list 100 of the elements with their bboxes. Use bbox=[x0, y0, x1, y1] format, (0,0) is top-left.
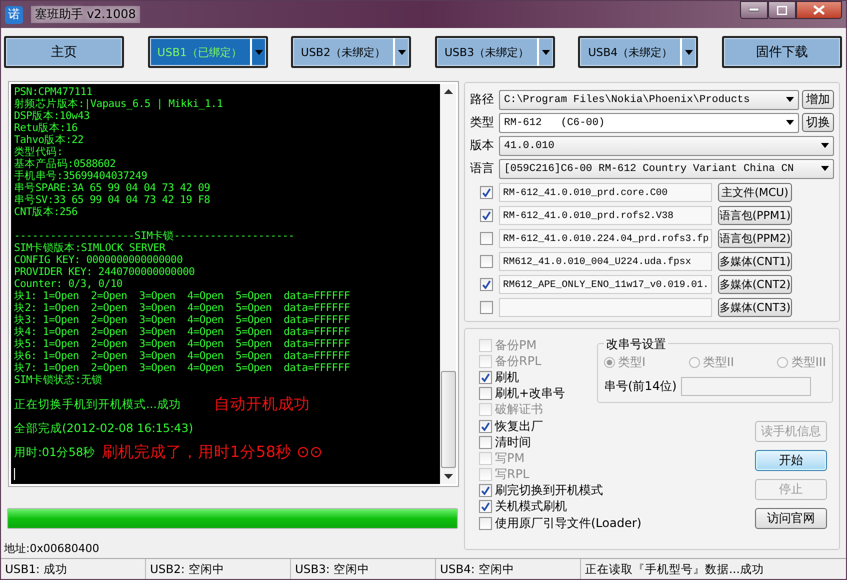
file-field[interactable]: RM-612_41.0.010.224.04_prd.rofs3.fp: bbox=[499, 229, 712, 248]
window-title: 塞班助手 v2.1008 bbox=[31, 6, 140, 23]
nav-tab[interactable]: 固件下载 bbox=[722, 36, 842, 68]
checkbox[interactable] bbox=[479, 500, 492, 514]
file-button[interactable]: 多媒体(CNT2) bbox=[718, 275, 792, 294]
checkbox-label: 刷完切换到开机模式 bbox=[495, 482, 603, 500]
status-text: USB3: 空闲中 bbox=[291, 559, 436, 579]
dropdown-field[interactable]: [059C216]C6-00 RM-612 Country Variant China CN bbox=[499, 158, 834, 178]
log-line: 块1: 1=Open 2=Open 3=Open 4=Open 5=Open data=FFFFFF bbox=[14, 290, 351, 302]
address-text: 地址:0x00680400 bbox=[4, 541, 100, 556]
checkbox-label: 恢复出厂 bbox=[495, 418, 543, 435]
log-line: CNT版本:256 bbox=[14, 206, 79, 218]
file-field[interactable] bbox=[499, 298, 712, 317]
checkbox-label: 备份RPL bbox=[495, 352, 542, 370]
log-line: Tahvo版本:22 bbox=[14, 134, 85, 146]
checkbox-label: 关机模式刷机 bbox=[495, 498, 567, 516]
checkbox[interactable] bbox=[480, 278, 493, 291]
field-label: 版本 bbox=[470, 137, 495, 154]
checkbox-label: 写PM bbox=[495, 450, 525, 467]
dropdown-icon bbox=[786, 120, 794, 125]
minimize-button[interactable] bbox=[740, 1, 768, 19]
log-line: 基本产品码:0588602 bbox=[14, 158, 117, 170]
scroll-up-icon bbox=[444, 89, 452, 94]
scroll-down-icon bbox=[444, 474, 452, 479]
log-line: 块7: 1=Open 2=Open 3=Open 4=Open 5=Open data=FFFFFF bbox=[14, 362, 351, 374]
field-label: 串号(前14位) bbox=[604, 378, 677, 395]
log-line: SIM卡锁状态:无锁 bbox=[14, 374, 104, 386]
checkbox[interactable] bbox=[479, 370, 492, 384]
annotation-text: 刷机完成了，用时1分58秒 ⊙⊙ bbox=[102, 446, 322, 458]
log-line: SIM卡锁版本:SIMLOCK SERVER bbox=[14, 242, 166, 254]
log-line: 手机串号:35699404037249 bbox=[14, 170, 148, 182]
file-field[interactable]: RM-612_41.0.010_prd.rofs2.V38 bbox=[499, 206, 712, 225]
file-button[interactable]: 语言包(PPM2) bbox=[718, 229, 792, 248]
action-button[interactable]: 开始 bbox=[755, 450, 827, 471]
usb-tab[interactable]: USB4（未绑定） bbox=[578, 36, 698, 68]
checkbox-label: 刷机+改串号 bbox=[495, 385, 566, 402]
file-field[interactable]: RM612_41.0.010_004_U224.uda.fpsx bbox=[499, 252, 712, 271]
side-button[interactable]: 增加 bbox=[802, 90, 834, 109]
group-title: 改串号设置 bbox=[604, 336, 668, 353]
checkbox-label: 写RPL bbox=[495, 466, 530, 484]
checkbox[interactable] bbox=[480, 255, 493, 268]
nav-tab[interactable]: 主页 bbox=[4, 36, 124, 68]
log-line: 块5: 1=Open 2=Open 3=Open 4=Open 5=Open data=FFFFFF bbox=[14, 338, 351, 350]
dropdown-field[interactable]: RM-612 (C6-00) bbox=[499, 112, 799, 132]
checkbox[interactable] bbox=[479, 484, 492, 498]
radio-label: 类型III bbox=[791, 354, 826, 371]
checkbox-label: 刷机 bbox=[495, 368, 519, 386]
log-line: 类型代码: bbox=[14, 146, 64, 158]
dropdown-icon bbox=[821, 166, 829, 171]
log-line: Counter: 0/3, 0/10 bbox=[14, 278, 124, 290]
log-line: CONFIG KEY: 0000000000000000 bbox=[14, 254, 184, 266]
scrollbar[interactable] bbox=[440, 84, 456, 484]
usb-tab[interactable]: USB2（未绑定） bbox=[291, 36, 412, 68]
dropdown-icon bbox=[786, 97, 794, 102]
log-line: 块6: 1=Open 2=Open 3=Open 4=Open 5=Open data=FFFFFF bbox=[14, 350, 351, 362]
checkbox[interactable] bbox=[480, 186, 493, 199]
dropdown-icon bbox=[685, 50, 694, 54]
dropdown-field[interactable]: 41.0.010 bbox=[499, 136, 834, 156]
log-line: DSP版本:10w43 bbox=[14, 110, 91, 122]
file-field[interactable]: RM-612_41.0.010_prd.core.C00 bbox=[499, 183, 712, 202]
checkbox[interactable] bbox=[480, 209, 493, 222]
checkbox-label: 备份PM bbox=[495, 336, 537, 354]
usb-tab[interactable]: USB1（已绑定） bbox=[148, 36, 268, 68]
log-line: 正在切换手机到开机模式...成功 bbox=[14, 398, 182, 410]
checkbox[interactable] bbox=[479, 436, 492, 449]
checkbox-label: 使用原厂引导文件(Loader) bbox=[495, 514, 642, 532]
file-button[interactable]: 语言包(PPM1) bbox=[718, 206, 792, 225]
checkbox[interactable] bbox=[480, 301, 493, 314]
scroll-thumb[interactable] bbox=[440, 371, 456, 468]
dropdown-icon bbox=[398, 50, 406, 54]
file-button[interactable]: 多媒体(CNT1) bbox=[718, 252, 792, 271]
radio-label: 类型II bbox=[702, 354, 734, 371]
field-label: 语言 bbox=[470, 160, 495, 177]
file-button[interactable]: 主文件(MCU) bbox=[718, 183, 792, 202]
log-line: 块3: 1=Open 2=Open 3=Open 4=Open 5=Open data=FFFFFF bbox=[14, 314, 351, 326]
dropdown-icon bbox=[542, 50, 550, 54]
log-line: 用时:01分58秒 bbox=[14, 446, 96, 458]
status-text: USB1: 成功 bbox=[1, 559, 146, 579]
side-button[interactable]: 切换 bbox=[802, 113, 834, 132]
checkbox[interactable] bbox=[479, 420, 492, 433]
radio-label: 类型I bbox=[618, 354, 646, 371]
file-field[interactable]: RM612_APE_ONLY_ENO_11w17_v0.019.01.: bbox=[499, 275, 712, 294]
maximize-icon bbox=[777, 6, 787, 14]
app-icon: 诺 bbox=[5, 6, 23, 24]
minimize-icon bbox=[749, 8, 759, 12]
usb-tab[interactable]: USB3（未绑定） bbox=[434, 36, 555, 68]
action-button[interactable]: 访问官网 bbox=[755, 508, 827, 529]
close-button[interactable] bbox=[796, 1, 842, 19]
checkbox[interactable] bbox=[479, 387, 492, 400]
text-cursor bbox=[14, 468, 15, 480]
close-icon bbox=[813, 5, 825, 15]
checkbox[interactable] bbox=[479, 516, 492, 530]
maximize-button[interactable] bbox=[768, 1, 796, 19]
log-line: 块4: 1=Open 2=Open 3=Open 4=Open 5=Open data=FFFFFF bbox=[14, 326, 351, 338]
file-button[interactable]: 多媒体(CNT3) bbox=[718, 298, 792, 317]
log-line: 串号SPARE:3A 65 99 04 04 73 42 09 bbox=[14, 182, 212, 194]
dropdown-field[interactable]: C:\Program Files\Nokia\Phoenix\Products bbox=[499, 90, 799, 110]
checkbox[interactable] bbox=[480, 232, 493, 245]
log-line: 块2: 1=Open 2=Open 3=Open 4=Open 5=Open data=FFFFFF bbox=[14, 302, 351, 314]
status-text: 正在读取『手机型号』数据...成功 bbox=[584, 561, 765, 578]
